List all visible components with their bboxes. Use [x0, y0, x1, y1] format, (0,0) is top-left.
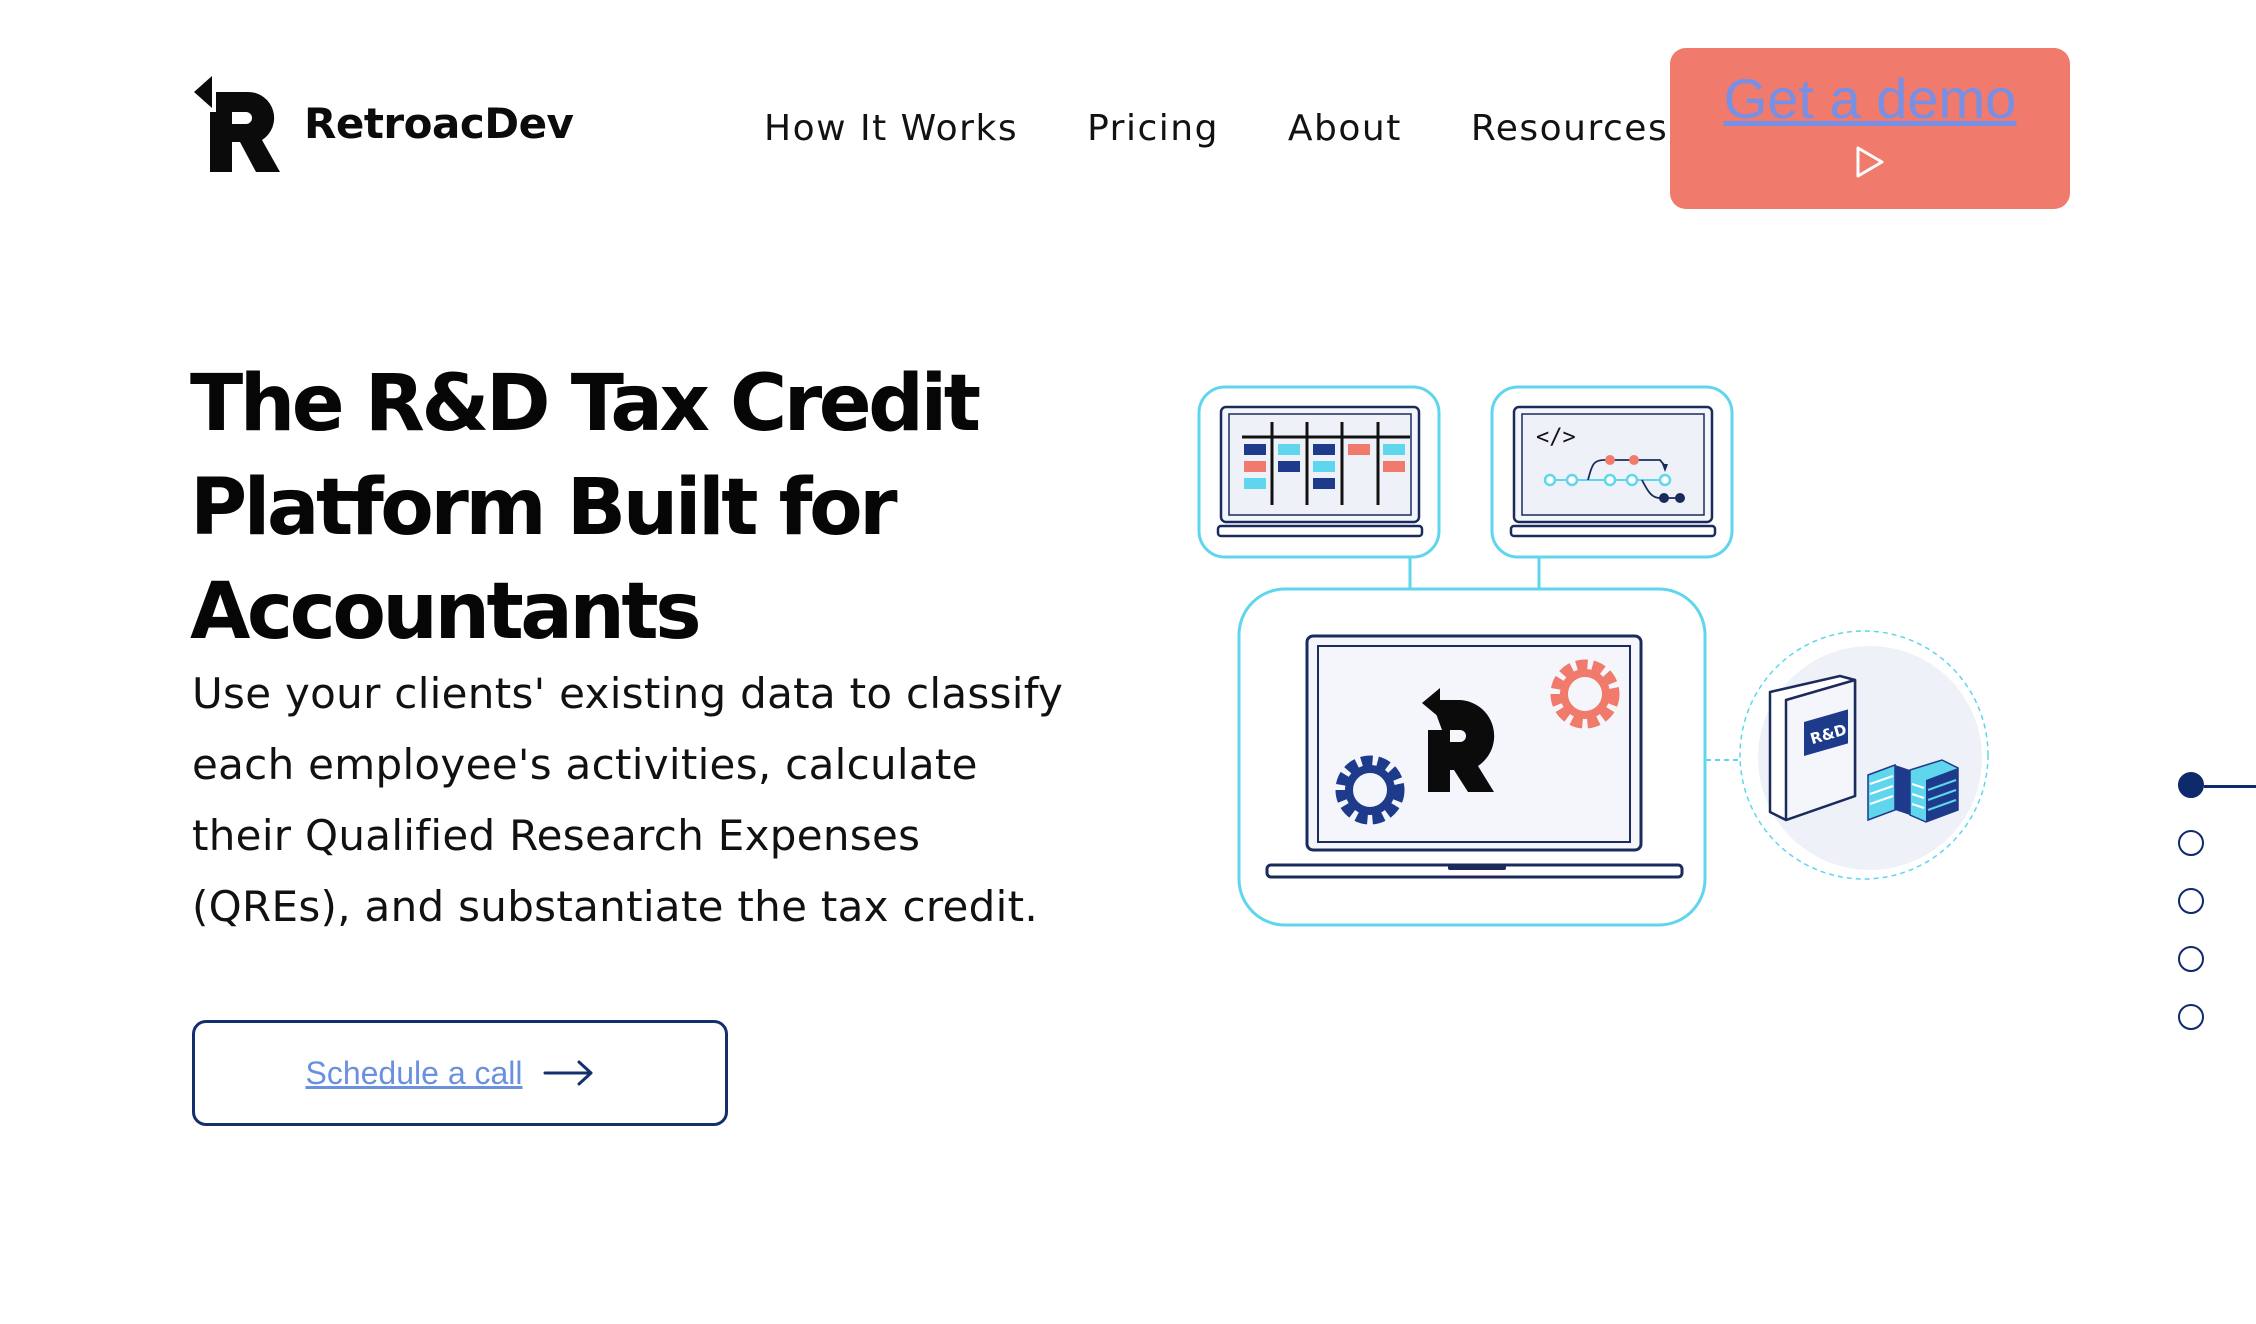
- nav-resources[interactable]: Resources: [1471, 108, 1668, 149]
- kanban-board-icon: [1197, 385, 1441, 559]
- get-demo-button[interactable]: Get a demo: [1670, 48, 2070, 209]
- pagination-dot-2[interactable]: [2178, 830, 2204, 856]
- schedule-call-link[interactable]: Schedule a call: [305, 1055, 522, 1092]
- play-icon: [1856, 146, 1884, 178]
- logo[interactable]: RetroacDev: [192, 68, 574, 178]
- code-branch-icon: </>: [1490, 385, 1734, 559]
- hero-title: The R&D Tax Credit Platform Built for Ac…: [190, 359, 981, 657]
- site-header: RetroacDev How It Works Pricing About Re…: [0, 0, 2256, 230]
- code-tag: </>: [1536, 425, 1576, 450]
- pagination-dot-3[interactable]: [2178, 888, 2204, 914]
- nav-pricing[interactable]: Pricing: [1087, 108, 1219, 149]
- nav-about[interactable]: About: [1288, 108, 1402, 149]
- pagination-dot-1[interactable]: [2178, 772, 2204, 798]
- arrow-right-icon: [543, 1060, 593, 1086]
- pagination-dot-4[interactable]: [2178, 946, 2204, 972]
- retroac-r-arrow-icon: [194, 76, 280, 172]
- schedule-call-button[interactable]: Schedule a call: [192, 1020, 728, 1126]
- active-dot-indicator-line: [2204, 785, 2256, 788]
- get-demo-link[interactable]: Get a demo: [1670, 66, 2070, 131]
- brand-name: RetroacDev: [304, 98, 574, 148]
- hero-description: Use your clients' existing data to class…: [192, 669, 1064, 931]
- slide-pagination: [2178, 770, 2256, 1040]
- hero-illustration: </> R&D: [1197, 385, 1989, 927]
- pagination-dot-5[interactable]: [2178, 1004, 2204, 1030]
- nav-how-it-works[interactable]: How It Works: [764, 108, 1018, 149]
- book-icon: R&D: [1768, 674, 1857, 822]
- money-stack-icon: [1867, 759, 1959, 823]
- main-nav: How It Works Pricing About Resources: [764, 108, 1668, 149]
- laptop-icon: [1237, 587, 1707, 927]
